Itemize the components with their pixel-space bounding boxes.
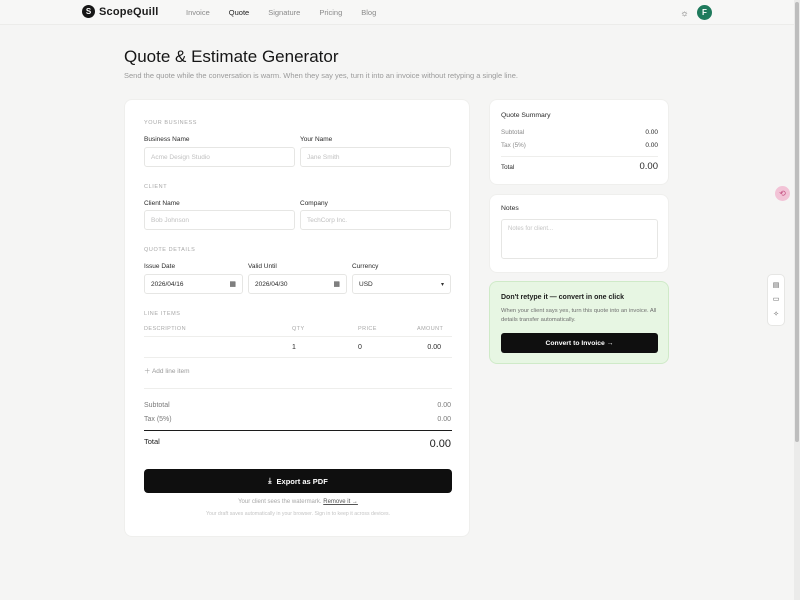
line-item-price-input[interactable]: 0 xyxy=(358,344,362,351)
remove-watermark-link[interactable]: Remove it → xyxy=(323,499,358,505)
subtotal-value: 0.00 xyxy=(437,402,451,409)
business-name-label: Business Name xyxy=(144,136,190,143)
nav-link-blog[interactable]: Blog xyxy=(361,8,376,17)
plus-icon: ＋ xyxy=(144,368,151,375)
translate-icon[interactable]: ⟲ xyxy=(775,186,790,201)
column-amount: AMOUNT xyxy=(417,326,444,332)
tax-value: 0.00 xyxy=(437,416,451,423)
sun-icon[interactable]: ☼ xyxy=(679,7,690,18)
logo-icon: S xyxy=(82,5,95,18)
valid-until-value: 2026/04/30 xyxy=(255,280,288,288)
issue-date-input[interactable]: 2026/04/16 ▦ xyxy=(144,274,243,294)
draft-save-note: Your draft saves automatically in your b… xyxy=(205,511,391,517)
company-input[interactable]: TechCorp Inc. xyxy=(300,210,451,230)
line-item-qty-input[interactable]: 1 xyxy=(292,344,296,351)
summary-tax-value: 0.00 xyxy=(645,142,658,149)
brand-name: ScopeQuill xyxy=(99,5,159,18)
brand-logo[interactable]: S ScopeQuill xyxy=(82,5,158,18)
line-items-row-divider xyxy=(144,357,452,358)
line-items-header-divider xyxy=(144,336,452,337)
summary-subtotal-label: Subtotal xyxy=(501,129,525,136)
panel-icon[interactable]: ▭ xyxy=(773,296,780,303)
summary-tax-label: Tax (5%) xyxy=(501,142,526,149)
total-value: 0.00 xyxy=(429,438,451,450)
quote-form-card: YOUR BUSINESS Business Name Acme Design … xyxy=(124,99,470,537)
business-name-input[interactable]: Acme Design Studio xyxy=(144,147,295,167)
convert-to-invoice-button[interactable]: Convert to Invoice → xyxy=(501,333,658,353)
valid-until-label: Valid Until xyxy=(248,263,277,270)
your-name-input[interactable]: Jane Smith xyxy=(300,147,451,167)
chevron-down-icon: ▾ xyxy=(440,281,444,288)
section-label-client: CLIENT xyxy=(144,184,168,190)
add-line-item-button[interactable]: ＋ Add line item xyxy=(144,365,190,375)
line-item-amount: 0.00 xyxy=(427,344,441,351)
client-name-input[interactable]: Bob Johnson xyxy=(144,210,295,230)
subtotal-label: Subtotal xyxy=(144,402,170,409)
client-name-label: Client Name xyxy=(144,200,180,207)
summary-title: Quote Summary xyxy=(501,112,551,119)
export-pdf-button[interactable]: ⤓ Export as PDF xyxy=(144,469,452,493)
section-label-line-items: LINE ITEMS xyxy=(144,311,181,317)
page-title: Quote & Estimate Generator xyxy=(124,47,339,66)
summary-subtotal-value: 0.00 xyxy=(645,129,658,136)
sparkle-icon[interactable]: ✧ xyxy=(773,311,779,318)
export-pdf-label: Export as PDF xyxy=(276,476,328,486)
nav-link-invoice[interactable]: Invoice xyxy=(186,8,210,17)
issue-date-value: 2026/04/16 xyxy=(151,280,184,288)
issue-date-label: Issue Date xyxy=(144,263,176,270)
nav-link-pricing[interactable]: Pricing xyxy=(319,8,342,17)
total-divider xyxy=(144,430,452,431)
summary-divider xyxy=(501,156,658,157)
tax-label: Tax (5%) xyxy=(144,416,172,423)
totals-divider xyxy=(144,388,452,389)
calendar-icon[interactable]: ▦ xyxy=(229,280,236,288)
currency-label: Currency xyxy=(352,263,379,270)
notes-title: Notes xyxy=(501,205,519,212)
your-name-label: Your Name xyxy=(300,136,333,143)
nav-link-quote[interactable]: Quote xyxy=(229,8,249,17)
add-line-item-label: Add line item xyxy=(151,368,190,375)
notes-card: Notes Notes for client... xyxy=(489,194,669,273)
notes-textarea[interactable]: Notes for client... xyxy=(501,219,658,259)
convert-title: Don't retype it — convert in one click xyxy=(501,294,625,301)
scrollbar-thumb[interactable] xyxy=(795,2,799,442)
column-description: DESCRIPTION xyxy=(144,326,186,332)
side-tool-rail: ▤ ▭ ✧ xyxy=(767,274,785,326)
convert-description: When your client says yes, turn this quo… xyxy=(501,308,657,323)
section-label-your-business: YOUR BUSINESS xyxy=(144,120,198,126)
top-nav: S ScopeQuill Invoice Quote Signature Pri… xyxy=(0,0,794,25)
quote-summary-card: Quote Summary Subtotal 0.00 Tax (5%) 0.0… xyxy=(489,99,669,185)
summary-total-value: 0.00 xyxy=(639,161,659,172)
convert-to-invoice-card: Don't retype it — convert in one click W… xyxy=(489,281,669,364)
currency-select[interactable]: USD ▾ xyxy=(352,274,451,294)
total-label: Total xyxy=(144,437,160,446)
section-label-quote-details: QUOTE DETAILS xyxy=(144,247,196,253)
nav-link-signature[interactable]: Signature xyxy=(268,8,300,17)
company-label: Company xyxy=(300,200,328,207)
watermark-text: Your client sees the watermark. xyxy=(238,499,322,505)
column-price: PRICE xyxy=(358,326,377,332)
valid-until-input[interactable]: 2026/04/30 ▦ xyxy=(248,274,347,294)
page-scrollbar[interactable] xyxy=(794,0,800,600)
line-item-description-input[interactable] xyxy=(144,340,284,356)
column-qty: QTY xyxy=(292,326,305,332)
nav-links: Invoice Quote Signature Pricing Blog xyxy=(186,8,395,17)
currency-value: USD xyxy=(359,280,373,288)
calendar-icon[interactable]: ▦ xyxy=(333,280,340,288)
page-subtitle: Send the quote while the conversation is… xyxy=(124,71,518,80)
watermark-note: Your client sees the watermark. Remove i… xyxy=(125,499,471,505)
document-icon[interactable]: ▤ xyxy=(773,282,780,289)
summary-total-label: Total xyxy=(501,164,515,171)
avatar[interactable]: F xyxy=(697,5,712,20)
download-icon: ⤓ xyxy=(268,476,272,485)
